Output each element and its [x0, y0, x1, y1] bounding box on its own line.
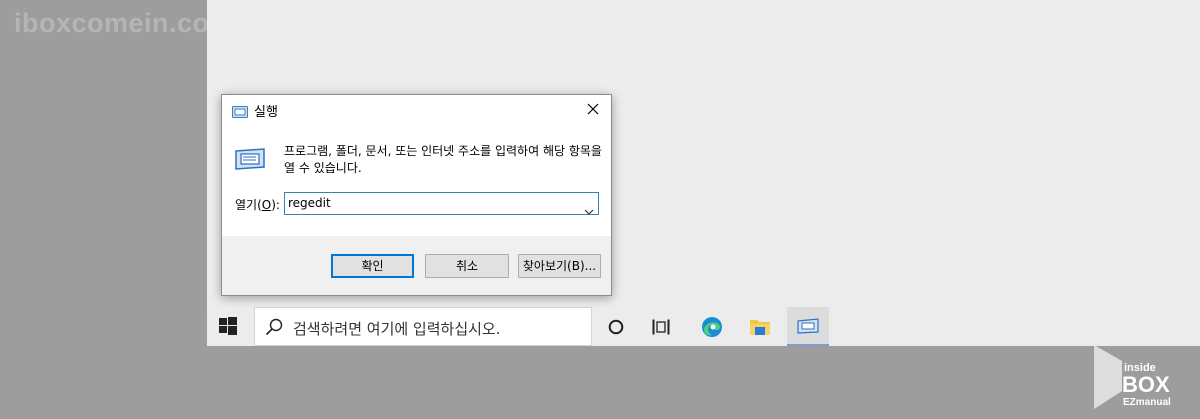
dialog-button-strip: 확인 취소 찾아보기(B)... [222, 236, 611, 295]
taskbar-search-box[interactable]: 검색하려면 여기에 입력하십시오. [254, 307, 592, 346]
open-label: 열기(O): [235, 198, 280, 212]
run-large-icon [234, 147, 266, 175]
logo-text-bottom: EZmanual [1123, 397, 1171, 408]
task-view-button[interactable] [640, 307, 682, 346]
run-dialog: 실행 프로그램, 폴더, 문서, 또는 인터넷 주소를 입력하여 해당 항목을 … [221, 94, 612, 296]
watermark-text: iboxcomein.com [14, 8, 235, 38]
cortana-icon [608, 319, 624, 334]
dialog-title: 실행 [254, 105, 278, 120]
ok-button[interactable]: 확인 [331, 254, 414, 278]
file-explorer-icon [750, 319, 770, 335]
dialog-description: 프로그램, 폴더, 문서, 또는 인터넷 주소를 입력하여 해당 항목을 열 수… [284, 144, 602, 175]
cancel-button[interactable]: 취소 [425, 254, 509, 278]
task-view-icon [652, 319, 670, 334]
search-icon [265, 318, 283, 336]
file-explorer-button[interactable] [739, 307, 781, 346]
cortana-button[interactable] [595, 307, 637, 346]
chevron-down-icon[interactable] [584, 200, 594, 219]
run-taskbar-button[interactable] [787, 307, 829, 346]
taskbar: 검색하려면 여기에 입력하십시오. [207, 307, 1200, 346]
close-icon [587, 103, 599, 115]
start-icon[interactable] [219, 317, 237, 335]
edge-icon [702, 316, 722, 337]
browse-button[interactable]: 찾아보기(B)... [518, 254, 601, 278]
title-bar[interactable]: 실행 [222, 95, 611, 125]
close-button[interactable] [575, 95, 611, 123]
inside-box-logo: inside BOX EZmanual [1090, 343, 1190, 413]
logo-text-main: BOX [1122, 372, 1170, 397]
run-icon [797, 317, 819, 334]
search-placeholder: 검색하려면 여기에 입력하십시오. [293, 320, 501, 338]
run-icon [232, 103, 248, 122]
open-combobox[interactable]: regedit [284, 192, 599, 215]
edge-button[interactable] [691, 307, 733, 346]
open-input-value[interactable]: regedit [288, 196, 331, 210]
